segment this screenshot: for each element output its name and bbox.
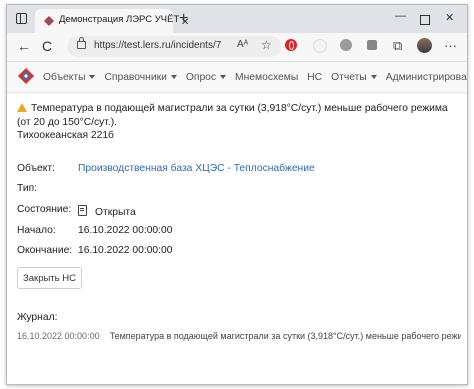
end-value: 16.10.2022 00:00:00 (78, 245, 173, 256)
menu-directories[interactable]: Справочники (104, 72, 177, 83)
journal-entry-text: Температура в подающей магистрали за сут… (109, 331, 461, 341)
back-icon[interactable]: ← (17, 39, 31, 53)
state-value: Открыта (78, 204, 136, 218)
extension-opera-icon[interactable] (285, 39, 297, 51)
lers-logo-icon[interactable] (18, 68, 34, 84)
start-label: Начало: (17, 225, 56, 236)
type-label: Тип: (17, 183, 38, 194)
minimize-button[interactable]: — (395, 11, 406, 22)
collections-icon[interactable]: ⧉ (393, 38, 402, 54)
reload-icon[interactable]: C (42, 39, 52, 53)
menu-reports[interactable]: Отчеты (331, 72, 377, 83)
new-tab-button[interactable]: + (179, 11, 188, 27)
object-label: Объект: (17, 163, 55, 174)
menu-polling[interactable]: Опрос (186, 72, 227, 83)
browser-window: Демонстрация ЛЭРС УЧЁТ ✕ + — ✕ ← C https… (6, 4, 468, 385)
menu-incidents[interactable]: НС (307, 72, 322, 83)
maximize-button[interactable] (420, 15, 430, 25)
incident-address: Тихоокеанская 221б (17, 130, 114, 141)
chevron-down-icon (370, 75, 377, 79)
document-icon (78, 205, 87, 216)
tab-actions-icon[interactable] (16, 13, 27, 24)
add-favorite-icon[interactable]: ☆ (261, 38, 272, 52)
lock-icon[interactable] (77, 37, 86, 49)
main-menu: Объекты Справочники Опрос Мнемосхемы НС … (43, 62, 467, 92)
chevron-down-icon (170, 75, 177, 79)
url-text[interactable]: https://test.lers.ru/incidents/7 (94, 40, 221, 51)
chevron-down-icon (220, 75, 227, 79)
address-bar[interactable]: https://test.lers.ru/incidents/7 Aᴬ ☆ (67, 36, 281, 57)
journal-label: Журнал: (17, 312, 58, 323)
close-window-button[interactable]: ✕ (445, 13, 454, 24)
browser-tab[interactable]: Демонстрация ЛЭРС УЧЁТ ✕ (35, 9, 189, 33)
menu-mnemonics[interactable]: Мнемосхемы (235, 72, 298, 83)
lers-favicon-icon (44, 16, 54, 26)
object-link[interactable]: Производственная база ХЦЭС - Теплоснабже… (78, 163, 315, 174)
journal-entry: 16.10.2022 00:00:00 Температура в подающе… (17, 331, 461, 341)
journal-entry-date: 16.10.2022 00:00:00 (17, 331, 100, 341)
app-navbar: Объекты Справочники Опрос Мнемосхемы НС … (7, 62, 467, 93)
tab-strip: Демонстрация ЛЭРС УЧЁТ ✕ + — ✕ (7, 5, 467, 33)
chevron-down-icon (89, 75, 96, 79)
tab-title: Демонстрация ЛЭРС УЧЁТ (59, 14, 180, 25)
warning-icon (17, 103, 27, 112)
state-label: Состояние: (17, 204, 72, 215)
read-aloud-icon[interactable]: Aᴬ (237, 39, 248, 50)
alert-text: Температура в подающей магистрали за сут… (17, 103, 448, 128)
close-incident-button[interactable]: Закрыть НС (17, 267, 82, 289)
end-label: Окончание: (17, 245, 73, 256)
extensions-puzzle-icon[interactable] (367, 40, 377, 50)
extension-icon[interactable] (313, 39, 327, 53)
browser-toolbar: ← C https://test.lers.ru/incidents/7 Aᴬ … (7, 33, 467, 62)
menu-objects[interactable]: Объекты (43, 72, 96, 83)
more-options-icon[interactable]: ··· (444, 38, 457, 53)
profile-avatar[interactable] (417, 38, 432, 53)
start-value: 16.10.2022 00:00:00 (78, 225, 173, 236)
extension-icon[interactable] (340, 39, 352, 51)
menu-administration[interactable]: Администрирование (386, 72, 467, 83)
incident-alert: Температура в подающей магистрали за сут… (17, 102, 457, 130)
